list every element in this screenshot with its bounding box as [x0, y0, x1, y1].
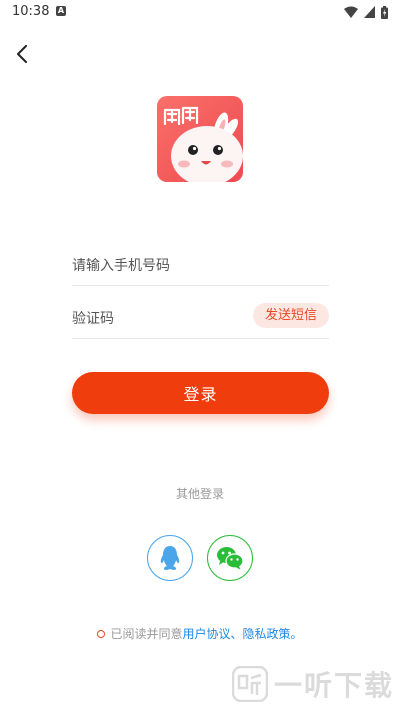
- notification-icon: A: [56, 6, 66, 16]
- wechat-icon: [217, 547, 244, 570]
- status-time: 10:38: [12, 4, 50, 19]
- back-arrow-icon: [17, 45, 27, 63]
- battery-icon: [381, 5, 388, 19]
- code-field: 发送短信: [72, 299, 329, 339]
- back-button[interactable]: [10, 40, 34, 68]
- verification-code-input[interactable]: [72, 310, 242, 327]
- agreement-suffix: 。: [290, 627, 303, 641]
- watermark: 一听下载: [231, 664, 394, 704]
- send-sms-button[interactable]: 发送短信: [252, 303, 329, 328]
- qq-login-button[interactable]: [147, 535, 193, 581]
- status-bar: 10:38 A: [0, 0, 400, 24]
- agreement-separator: 、: [230, 627, 243, 641]
- wifi-icon: [344, 6, 358, 18]
- agreement-checkbox[interactable]: [97, 629, 106, 638]
- wechat-login-button[interactable]: [207, 535, 253, 581]
- agreement-row: 已阅读并同意 用户协议 、 隐私政策 。: [0, 625, 400, 642]
- signal-icon: [364, 6, 375, 18]
- app-logo: [157, 96, 243, 182]
- privacy-policy-link[interactable]: 隐私政策: [243, 625, 291, 642]
- login-button[interactable]: 登录: [72, 372, 329, 414]
- phone-field: [72, 246, 329, 286]
- user-agreement-link[interactable]: 用户协议: [182, 625, 230, 642]
- other-login-label: 其他登录: [175, 487, 224, 501]
- phone-input[interactable]: [72, 257, 242, 274]
- agreement-prefix: 已阅读并同意: [110, 627, 183, 641]
- qq-icon: [160, 546, 180, 570]
- watermark-logo-icon: [231, 666, 268, 702]
- watermark-text: 一听下载: [273, 669, 394, 702]
- status-icons: [344, 5, 388, 19]
